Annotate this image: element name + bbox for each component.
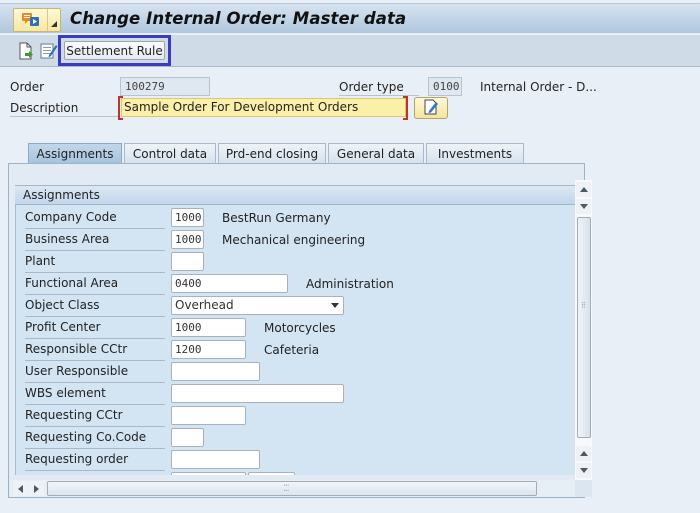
title-bar: Change Internal Order: Master data <box>0 3 700 34</box>
user-responsible-label: User Responsible <box>25 363 165 383</box>
profit-center-input[interactable]: 1000 <box>171 318 246 337</box>
business-area-label: Business Area <box>25 231 165 251</box>
required-marker-right <box>403 96 408 120</box>
assignments-group: Company Code 1000 BestRun Germany Busine… <box>15 185 575 475</box>
description-input[interactable]: Sample Order For Development Orders <box>121 98 406 117</box>
page-title: Change Internal Order: Master data <box>70 9 407 28</box>
functional-area-description: Administration <box>306 277 394 291</box>
partial-input[interactable] <box>171 472 246 475</box>
arrow-up-icon <box>579 187 588 192</box>
grip-icon: ⁝⁝ <box>581 301 586 311</box>
sap-menu-button[interactable] <box>13 8 61 32</box>
group-header: Assignments <box>15 185 575 205</box>
new-document-icon[interactable] <box>17 42 35 60</box>
tab-assignments[interactable]: Assignments <box>28 143 122 163</box>
vertical-scrollbar[interactable]: ⁝⁝ <box>575 180 592 480</box>
wbs-element-input[interactable] <box>171 384 344 403</box>
business-area-input[interactable]: 1000 <box>171 230 204 249</box>
object-class-label: Object Class <box>25 297 165 317</box>
order-type-label: Order type <box>339 80 419 96</box>
group-title: Assignments <box>23 188 100 202</box>
scroll-up-button[interactable] <box>576 182 591 197</box>
scroll-up-page-button[interactable] <box>576 446 591 461</box>
sap-menu-icon <box>14 9 49 31</box>
edit-text-icon <box>422 99 440 118</box>
business-area-description: Mechanical engineering <box>222 233 366 247</box>
edit-list-icon[interactable] <box>40 42 58 60</box>
plant-label: Plant <box>25 253 165 273</box>
grip-icon: ⁚⁚⁚ <box>283 484 290 494</box>
tab-label: Control data <box>132 146 208 161</box>
company-code-label: Company Code <box>25 209 165 229</box>
object-class-value: Overhead <box>175 298 234 312</box>
tab-investments[interactable]: Investments <box>426 143 524 163</box>
responsible-cctr-input[interactable]: 1200 <box>171 340 246 359</box>
arrow-right-icon <box>34 484 39 493</box>
requesting-co-code-label: Requesting Co.Code <box>25 429 165 449</box>
horizontal-scroll-thumb[interactable]: ⁚⁚⁚ <box>47 481 537 496</box>
functional-area-input[interactable]: 0400 <box>171 274 288 293</box>
requesting-order-label: Requesting order <box>25 451 165 471</box>
user-responsible-input[interactable] <box>171 362 260 381</box>
functional-area-label: Functional Area <box>25 275 165 295</box>
wbs-element-label: WBS element <box>25 385 165 405</box>
requesting-order-input[interactable] <box>171 450 260 469</box>
description-label: Description <box>10 101 118 117</box>
chevron-down-icon[interactable] <box>331 303 339 308</box>
order-label: Order <box>10 80 45 94</box>
responsible-cctr-label: Responsible CCtr <box>25 341 165 361</box>
required-marker-left <box>118 96 123 120</box>
scroll-right-button[interactable] <box>29 481 44 496</box>
scroll-down-button[interactable] <box>576 463 591 478</box>
chevron-down-icon[interactable] <box>48 9 60 31</box>
arrow-up-icon <box>579 451 588 456</box>
requesting-cctr-label: Requesting CCtr <box>25 407 165 427</box>
partial-input[interactable] <box>248 472 295 475</box>
tab-control-data[interactable]: Control data <box>124 143 216 163</box>
requesting-cctr-input[interactable] <box>171 406 246 425</box>
order-type-field[interactable]: 0100 <box>428 77 462 96</box>
arrow-left-icon <box>18 484 23 493</box>
settlement-rule-button[interactable]: Settlement Rule <box>64 41 165 60</box>
scrollbar-corner <box>575 480 592 497</box>
company-code-description: BestRun Germany <box>222 211 331 225</box>
plant-input[interactable] <box>171 252 204 271</box>
arrow-down-icon <box>579 204 588 209</box>
vertical-scroll-thumb[interactable]: ⁝⁝ <box>577 217 591 438</box>
tab-prd-end-closing[interactable]: Prd-end closing <box>218 143 326 163</box>
order-type-description: Internal Order - D... <box>480 80 597 94</box>
scroll-down-page-button[interactable] <box>576 199 591 214</box>
scroll-left-button[interactable] <box>13 481 28 496</box>
arrow-down-icon <box>579 468 588 473</box>
tab-label: Investments <box>437 146 513 161</box>
tab-label: General data <box>336 146 416 161</box>
company-code-input[interactable]: 1000 <box>171 208 204 227</box>
profit-center-description: Motorcycles <box>264 321 336 335</box>
object-class-dropdown[interactable]: Overhead <box>171 296 344 315</box>
long-text-button[interactable] <box>414 97 448 119</box>
profit-center-label: Profit Center <box>25 319 165 339</box>
requesting-co-code-input[interactable] <box>171 428 204 447</box>
tab-general-data[interactable]: General data <box>328 143 424 163</box>
responsible-cctr-description: Cafeteria <box>264 343 320 357</box>
tab-label: Prd-end closing <box>225 146 319 161</box>
horizontal-scrollbar[interactable]: ⁚⁚⁚ <box>10 480 575 497</box>
tab-strip: Assignments Control data Prd-end closing… <box>8 143 694 163</box>
tab-label: Assignments <box>36 146 114 161</box>
order-field[interactable]: 100279 <box>120 77 210 96</box>
